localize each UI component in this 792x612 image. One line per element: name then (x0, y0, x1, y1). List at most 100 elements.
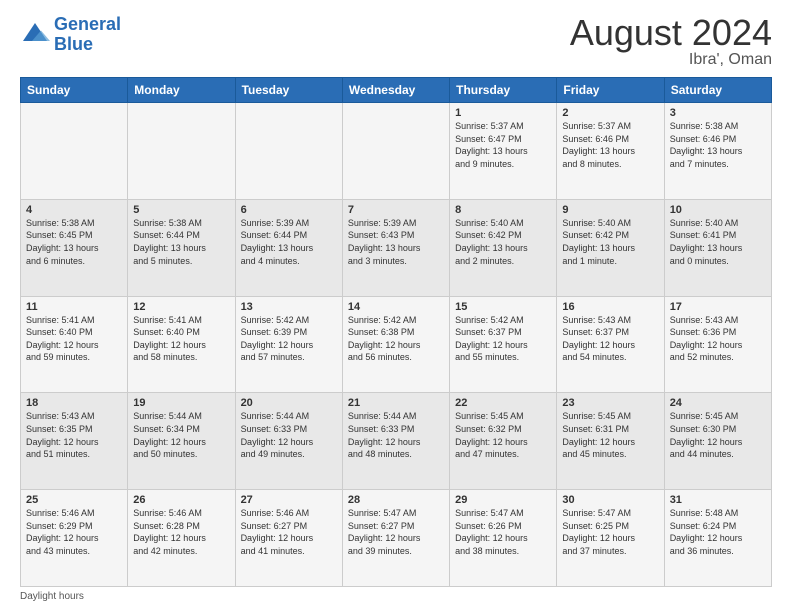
calendar-header: SundayMondayTuesdayWednesdayThursdayFrid… (21, 78, 772, 103)
day-number: 16 (562, 301, 658, 313)
day-info: Sunrise: 5:41 AM Sunset: 6:40 PM Dayligh… (26, 314, 122, 364)
calendar-cell (235, 103, 342, 200)
day-number: 18 (26, 397, 122, 409)
day-number: 21 (348, 397, 444, 409)
calendar-cell: 12Sunrise: 5:41 AM Sunset: 6:40 PM Dayli… (128, 296, 235, 393)
day-number: 14 (348, 301, 444, 313)
calendar-cell: 6Sunrise: 5:39 AM Sunset: 6:44 PM Daylig… (235, 199, 342, 296)
day-info: Sunrise: 5:40 AM Sunset: 6:41 PM Dayligh… (670, 217, 766, 267)
week-row-1: 4Sunrise: 5:38 AM Sunset: 6:45 PM Daylig… (21, 199, 772, 296)
day-number: 8 (455, 204, 551, 216)
month-title: August 2024 (570, 15, 772, 51)
calendar-cell: 16Sunrise: 5:43 AM Sunset: 6:37 PM Dayli… (557, 296, 664, 393)
week-row-0: 1Sunrise: 5:37 AM Sunset: 6:47 PM Daylig… (21, 103, 772, 200)
day-info: Sunrise: 5:37 AM Sunset: 6:47 PM Dayligh… (455, 120, 551, 170)
header-day-thursday: Thursday (450, 78, 557, 103)
day-number: 19 (133, 397, 229, 409)
day-number: 6 (241, 204, 337, 216)
day-number: 5 (133, 204, 229, 216)
header-row: SundayMondayTuesdayWednesdayThursdayFrid… (21, 78, 772, 103)
calendar-body: 1Sunrise: 5:37 AM Sunset: 6:47 PM Daylig… (21, 103, 772, 587)
day-info: Sunrise: 5:40 AM Sunset: 6:42 PM Dayligh… (455, 217, 551, 267)
logo-text: General Blue (54, 15, 121, 55)
day-info: Sunrise: 5:39 AM Sunset: 6:44 PM Dayligh… (241, 217, 337, 267)
day-info: Sunrise: 5:46 AM Sunset: 6:29 PM Dayligh… (26, 507, 122, 557)
calendar-cell: 7Sunrise: 5:39 AM Sunset: 6:43 PM Daylig… (342, 199, 449, 296)
day-number: 7 (348, 204, 444, 216)
calendar-cell: 1Sunrise: 5:37 AM Sunset: 6:47 PM Daylig… (450, 103, 557, 200)
calendar-cell: 28Sunrise: 5:47 AM Sunset: 6:27 PM Dayli… (342, 490, 449, 587)
header-day-wednesday: Wednesday (342, 78, 449, 103)
calendar-cell (342, 103, 449, 200)
header-day-saturday: Saturday (664, 78, 771, 103)
day-number: 24 (670, 397, 766, 409)
day-info: Sunrise: 5:42 AM Sunset: 6:39 PM Dayligh… (241, 314, 337, 364)
day-info: Sunrise: 5:37 AM Sunset: 6:46 PM Dayligh… (562, 120, 658, 170)
day-number: 10 (670, 204, 766, 216)
calendar-cell: 10Sunrise: 5:40 AM Sunset: 6:41 PM Dayli… (664, 199, 771, 296)
day-info: Sunrise: 5:39 AM Sunset: 6:43 PM Dayligh… (348, 217, 444, 267)
day-info: Sunrise: 5:38 AM Sunset: 6:46 PM Dayligh… (670, 120, 766, 170)
day-info: Sunrise: 5:44 AM Sunset: 6:34 PM Dayligh… (133, 410, 229, 460)
day-info: Sunrise: 5:45 AM Sunset: 6:31 PM Dayligh… (562, 410, 658, 460)
title-block: August 2024 Ibra', Oman (570, 15, 772, 69)
location: Ibra', Oman (570, 51, 772, 69)
day-number: 13 (241, 301, 337, 313)
day-number: 23 (562, 397, 658, 409)
day-info: Sunrise: 5:42 AM Sunset: 6:37 PM Dayligh… (455, 314, 551, 364)
day-info: Sunrise: 5:47 AM Sunset: 6:25 PM Dayligh… (562, 507, 658, 557)
footer-note: Daylight hours (20, 591, 772, 602)
calendar-cell: 26Sunrise: 5:46 AM Sunset: 6:28 PM Dayli… (128, 490, 235, 587)
day-number: 17 (670, 301, 766, 313)
day-number: 9 (562, 204, 658, 216)
day-number: 3 (670, 107, 766, 119)
calendar-cell: 9Sunrise: 5:40 AM Sunset: 6:42 PM Daylig… (557, 199, 664, 296)
calendar-cell: 17Sunrise: 5:43 AM Sunset: 6:36 PM Dayli… (664, 296, 771, 393)
header-day-tuesday: Tuesday (235, 78, 342, 103)
calendar-cell: 29Sunrise: 5:47 AM Sunset: 6:26 PM Dayli… (450, 490, 557, 587)
day-info: Sunrise: 5:43 AM Sunset: 6:36 PM Dayligh… (670, 314, 766, 364)
day-info: Sunrise: 5:47 AM Sunset: 6:26 PM Dayligh… (455, 507, 551, 557)
day-number: 11 (26, 301, 122, 313)
calendar-cell: 21Sunrise: 5:44 AM Sunset: 6:33 PM Dayli… (342, 393, 449, 490)
logo-line2: Blue (54, 34, 93, 54)
day-info: Sunrise: 5:47 AM Sunset: 6:27 PM Dayligh… (348, 507, 444, 557)
logo-icon (20, 20, 50, 50)
week-row-3: 18Sunrise: 5:43 AM Sunset: 6:35 PM Dayli… (21, 393, 772, 490)
calendar-cell: 8Sunrise: 5:40 AM Sunset: 6:42 PM Daylig… (450, 199, 557, 296)
day-info: Sunrise: 5:48 AM Sunset: 6:24 PM Dayligh… (670, 507, 766, 557)
day-number: 1 (455, 107, 551, 119)
day-info: Sunrise: 5:45 AM Sunset: 6:30 PM Dayligh… (670, 410, 766, 460)
day-info: Sunrise: 5:38 AM Sunset: 6:45 PM Dayligh… (26, 217, 122, 267)
day-info: Sunrise: 5:43 AM Sunset: 6:37 PM Dayligh… (562, 314, 658, 364)
calendar-cell: 13Sunrise: 5:42 AM Sunset: 6:39 PM Dayli… (235, 296, 342, 393)
calendar-cell: 31Sunrise: 5:48 AM Sunset: 6:24 PM Dayli… (664, 490, 771, 587)
day-info: Sunrise: 5:40 AM Sunset: 6:42 PM Dayligh… (562, 217, 658, 267)
page: General Blue August 2024 Ibra', Oman Sun… (0, 0, 792, 612)
logo-line1: General (54, 14, 121, 34)
calendar-cell: 15Sunrise: 5:42 AM Sunset: 6:37 PM Dayli… (450, 296, 557, 393)
day-info: Sunrise: 5:41 AM Sunset: 6:40 PM Dayligh… (133, 314, 229, 364)
calendar-cell: 5Sunrise: 5:38 AM Sunset: 6:44 PM Daylig… (128, 199, 235, 296)
day-info: Sunrise: 5:46 AM Sunset: 6:28 PM Dayligh… (133, 507, 229, 557)
day-info: Sunrise: 5:43 AM Sunset: 6:35 PM Dayligh… (26, 410, 122, 460)
calendar-cell: 24Sunrise: 5:45 AM Sunset: 6:30 PM Dayli… (664, 393, 771, 490)
calendar-cell: 18Sunrise: 5:43 AM Sunset: 6:35 PM Dayli… (21, 393, 128, 490)
day-number: 28 (348, 494, 444, 506)
calendar-cell: 2Sunrise: 5:37 AM Sunset: 6:46 PM Daylig… (557, 103, 664, 200)
day-number: 22 (455, 397, 551, 409)
logo: General Blue (20, 15, 121, 55)
day-info: Sunrise: 5:42 AM Sunset: 6:38 PM Dayligh… (348, 314, 444, 364)
header-day-friday: Friday (557, 78, 664, 103)
day-number: 4 (26, 204, 122, 216)
day-number: 30 (562, 494, 658, 506)
day-number: 29 (455, 494, 551, 506)
calendar-cell (128, 103, 235, 200)
day-number: 31 (670, 494, 766, 506)
calendar-cell: 14Sunrise: 5:42 AM Sunset: 6:38 PM Dayli… (342, 296, 449, 393)
calendar-cell: 19Sunrise: 5:44 AM Sunset: 6:34 PM Dayli… (128, 393, 235, 490)
day-number: 26 (133, 494, 229, 506)
week-row-4: 25Sunrise: 5:46 AM Sunset: 6:29 PM Dayli… (21, 490, 772, 587)
calendar-cell: 23Sunrise: 5:45 AM Sunset: 6:31 PM Dayli… (557, 393, 664, 490)
calendar-cell: 3Sunrise: 5:38 AM Sunset: 6:46 PM Daylig… (664, 103, 771, 200)
